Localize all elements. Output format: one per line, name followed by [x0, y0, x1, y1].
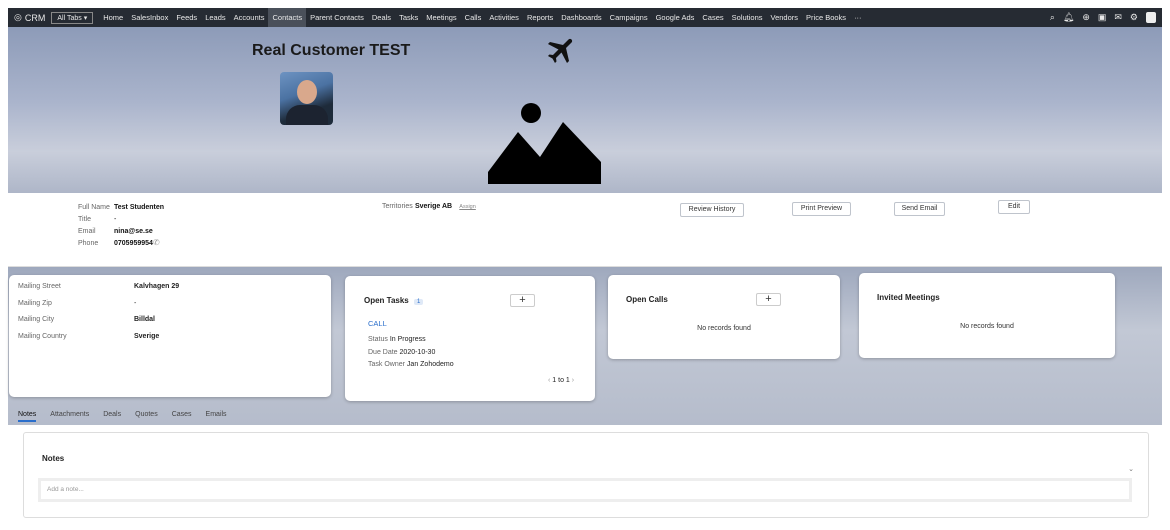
- task-owner-value: Jan Zohodemo: [406, 361, 454, 368]
- nav-item-parent-contacts[interactable]: Parent Contacts: [306, 8, 368, 27]
- notes-section: Notes ⌄ Add a note...: [23, 432, 1149, 518]
- phone-value[interactable]: 0705959954: [114, 240, 153, 247]
- tab-quotes[interactable]: Quotes: [135, 411, 158, 422]
- open-tasks-count-badge: 1: [414, 299, 424, 305]
- nav-item-home[interactable]: Home: [99, 8, 127, 27]
- territories-label: Territories: [382, 203, 413, 210]
- mailing-zip-value: -: [134, 299, 137, 307]
- nav-item-campaigns[interactable]: Campaigns: [606, 8, 652, 27]
- mailing-street-label: Mailing Street: [18, 283, 61, 290]
- assign-link[interactable]: Assign: [459, 204, 476, 210]
- territories-value: Sverige AB: [414, 203, 453, 210]
- bell-icon[interactable]: 🔔︎: [1063, 12, 1074, 23]
- tab-attachments[interactable]: Attachments: [50, 411, 89, 422]
- phone-label: Phone: [78, 240, 99, 247]
- send-email-button[interactable]: Send Email: [894, 202, 945, 216]
- mailing-city-value: Billdal: [134, 316, 156, 323]
- add-icon[interactable]: ⊕: [1082, 12, 1090, 23]
- nav-item-meetings[interactable]: Meetings: [422, 8, 460, 27]
- nav-item-vendors[interactable]: Vendors: [767, 8, 803, 27]
- task-subject-link[interactable]: CALL: [368, 319, 387, 328]
- phone-icon[interactable]: ✆: [153, 238, 160, 247]
- nav-item-tasks[interactable]: Tasks: [395, 8, 422, 27]
- open-calls-card: Open Calls + No records found: [608, 275, 840, 359]
- prev-page-icon[interactable]: ‹: [548, 377, 550, 384]
- add-note-input[interactable]: Add a note...: [38, 478, 1132, 502]
- invited-meetings-card: Invited Meetings No records found: [859, 273, 1115, 358]
- nav-item-leads[interactable]: Leads: [201, 8, 229, 27]
- nav-item-feeds[interactable]: Feeds: [172, 8, 201, 27]
- add-call-button[interactable]: +: [756, 293, 781, 306]
- nav-item-reports[interactable]: Reports: [523, 8, 557, 27]
- nav-item-accounts[interactable]: Accounts: [230, 8, 269, 27]
- pagination-label: 1 to 1: [552, 377, 570, 384]
- nav-item-google-ads[interactable]: Google Ads: [652, 8, 699, 27]
- edit-button[interactable]: Edit: [998, 200, 1030, 214]
- nav-item-activities[interactable]: Activities: [485, 8, 523, 27]
- title-value: -: [114, 216, 117, 223]
- full-name-label: Full Name: [78, 204, 110, 211]
- nav-item-salesinbox[interactable]: SalesInbox: [127, 8, 172, 27]
- airplane-icon: [547, 38, 573, 64]
- open-tasks-title: Open Tasks: [364, 296, 409, 305]
- contact-info-panel: Full Name Test Studenten Title - Email nina…: [8, 193, 1162, 267]
- full-name-value: Test Studenten: [114, 204, 165, 211]
- print-preview-button[interactable]: Print Preview: [792, 202, 851, 216]
- mailing-city-label: Mailing City: [18, 316, 55, 323]
- chevron-down-icon[interactable]: ⌄: [1128, 465, 1134, 473]
- calendar-icon[interactable]: ▣: [1098, 12, 1107, 23]
- tab-deals[interactable]: Deals: [103, 411, 121, 422]
- add-task-button[interactable]: +: [510, 294, 535, 307]
- next-page-icon[interactable]: ›: [572, 377, 574, 384]
- top-nav: ◎ CRM All Tabs ▾ Home SalesInbox Feeds Leads…: [8, 8, 1162, 27]
- related-tabs: Notes Attachments Deals Quotes Cases Ema…: [18, 411, 227, 422]
- task-due-label: Due Date: [368, 348, 398, 356]
- open-calls-empty: No records found: [697, 325, 751, 332]
- nav-more-button[interactable]: ···: [850, 8, 866, 27]
- task-status-label: Status: [368, 336, 388, 343]
- email-label: Email: [78, 228, 96, 235]
- email-value[interactable]: nina@se.se: [114, 228, 153, 235]
- avatar[interactable]: [1146, 12, 1156, 23]
- notes-title: Notes: [42, 454, 65, 463]
- invited-meetings-empty: No records found: [960, 323, 1014, 330]
- open-calls-title: Open Calls: [626, 295, 668, 304]
- review-history-button[interactable]: Review History: [680, 203, 744, 217]
- open-tasks-card: Open Tasks 1 + CALL Status In Progress D…: [345, 276, 595, 401]
- task-due-value: 2020-10-30: [399, 348, 436, 356]
- image-placeholder-icon: [488, 103, 601, 184]
- mailing-country-label: Mailing Country: [18, 332, 67, 340]
- all-tabs-dropdown[interactable]: All Tabs ▾: [51, 11, 94, 24]
- mail-icon[interactable]: ✉: [1114, 12, 1122, 23]
- nav-item-solutions[interactable]: Solutions: [728, 8, 767, 27]
- crm-logo[interactable]: ◎ CRM: [8, 12, 51, 23]
- page-title: Real Customer TEST: [252, 42, 411, 59]
- mailing-country-value: Sverige: [134, 332, 160, 340]
- title-label: Title: [78, 216, 91, 223]
- gear-icon[interactable]: ⚙: [1130, 12, 1138, 23]
- nav-item-cases[interactable]: Cases: [698, 8, 727, 27]
- logo-icon: ◎: [14, 12, 22, 22]
- contact-photo[interactable]: [280, 72, 333, 125]
- invited-meetings-title: Invited Meetings: [877, 293, 940, 302]
- nav-item-contacts[interactable]: Contacts: [268, 8, 307, 27]
- address-card: Mailing Street Kalvhagen 29 Mailing Zip - …: [9, 275, 331, 397]
- tab-notes[interactable]: Notes: [18, 411, 37, 422]
- task-status-value: In Progress: [389, 336, 426, 343]
- tab-cases[interactable]: Cases: [172, 411, 192, 422]
- task-owner-label: Task Owner: [368, 361, 405, 368]
- search-icon[interactable]: ⌕: [1050, 12, 1055, 23]
- tab-emails[interactable]: Emails: [206, 411, 227, 422]
- mailing-street-value: Kalvhagen 29: [134, 283, 180, 290]
- nav-item-dashboards[interactable]: Dashboards: [557, 8, 605, 27]
- mailing-zip-label: Mailing Zip: [18, 299, 52, 307]
- nav-item-calls[interactable]: Calls: [461, 8, 486, 27]
- nav-item-deals[interactable]: Deals: [368, 8, 395, 27]
- nav-item-price-books[interactable]: Price Books: [802, 8, 850, 27]
